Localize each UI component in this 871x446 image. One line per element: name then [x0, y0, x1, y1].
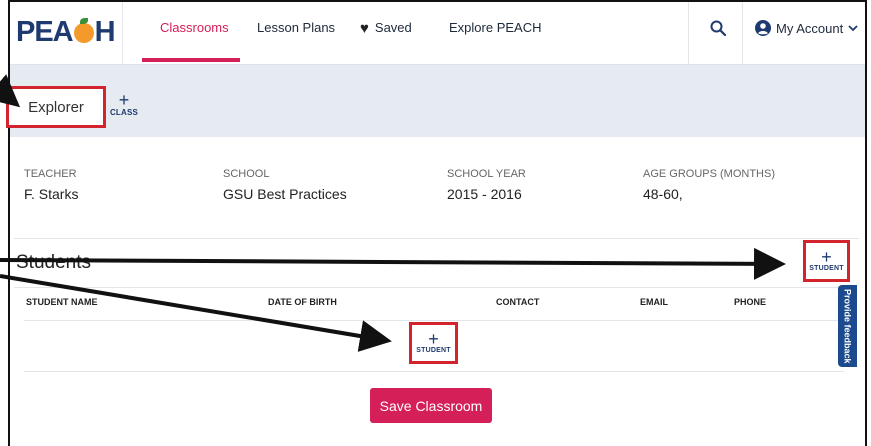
nav-divider — [742, 2, 743, 64]
my-account-label: My Account — [776, 20, 844, 36]
plus-icon: + — [821, 247, 832, 267]
save-classroom-button[interactable]: Save Classroom — [370, 388, 492, 423]
plus-icon: + — [428, 329, 439, 349]
add-class-button[interactable]: + CLASS — [104, 90, 144, 117]
students-heading: Students — [16, 252, 91, 273]
table-header-border — [24, 320, 844, 321]
teacher-label: TEACHER — [24, 168, 77, 180]
age-groups-label: AGE GROUPS (MONTHS) — [643, 168, 776, 180]
add-student-label: STUDENT — [416, 347, 451, 354]
column-header-date-of-birth: DATE OF BIRTH — [268, 297, 337, 307]
school-label: SCHOOL — [223, 168, 270, 180]
add-student-label: STUDENT — [809, 265, 844, 272]
nav-divider — [122, 2, 123, 64]
nav-saved[interactable]: ♥ Saved — [360, 20, 412, 37]
nav-saved-label: Saved — [374, 20, 412, 35]
school-year-value: 2015 - 2016 — [447, 186, 522, 202]
peach-logo-icon — [73, 18, 94, 43]
add-class-label: CLASS — [109, 108, 139, 117]
teacher-value: F. Starks — [24, 186, 79, 202]
top-nav: PEA H Classrooms Lesson Plans ♥ Saved Expl… — [10, 2, 865, 65]
user-circle-icon — [755, 20, 771, 36]
classroom-tab-explorer[interactable]: Explorer — [6, 86, 106, 128]
table-bottom-border — [24, 371, 844, 372]
nav-classrooms[interactable]: Classrooms — [160, 20, 229, 35]
section-divider — [14, 238, 859, 239]
heart-icon: ♥ — [360, 20, 369, 37]
peach-logo[interactable]: PEA H — [16, 16, 116, 49]
column-header-contact: CONTACT — [496, 297, 540, 307]
nav-explore-peach[interactable]: Explore PEACH — [449, 20, 541, 35]
provide-feedback-tab[interactable]: Provide feedback — [838, 285, 857, 367]
search-icon[interactable] — [710, 20, 726, 36]
column-header-phone: PHONE — [734, 297, 767, 307]
nav-lesson-plans[interactable]: Lesson Plans — [257, 20, 335, 35]
school-value: GSU Best Practices — [223, 186, 347, 202]
plus-icon: + — [118, 90, 130, 110]
app-window: PEA H Classrooms Lesson Plans ♥ Saved Expl… — [8, 0, 867, 446]
add-student-button-table[interactable]: + STUDENT — [409, 322, 458, 364]
chevron-down-icon — [848, 25, 858, 32]
school-year-label: SCHOOL YEAR — [447, 168, 526, 180]
age-groups-value: 48-60, — [643, 186, 683, 202]
table-top-border — [14, 287, 844, 288]
column-header-email: EMAIL — [640, 297, 668, 307]
active-tab-underline — [142, 58, 240, 62]
my-account-menu[interactable]: My Account — [755, 20, 858, 36]
column-header-student-name: STUDENT NAME — [26, 297, 98, 307]
add-student-button-header[interactable]: + STUDENT — [803, 240, 850, 282]
nav-divider — [688, 2, 689, 64]
